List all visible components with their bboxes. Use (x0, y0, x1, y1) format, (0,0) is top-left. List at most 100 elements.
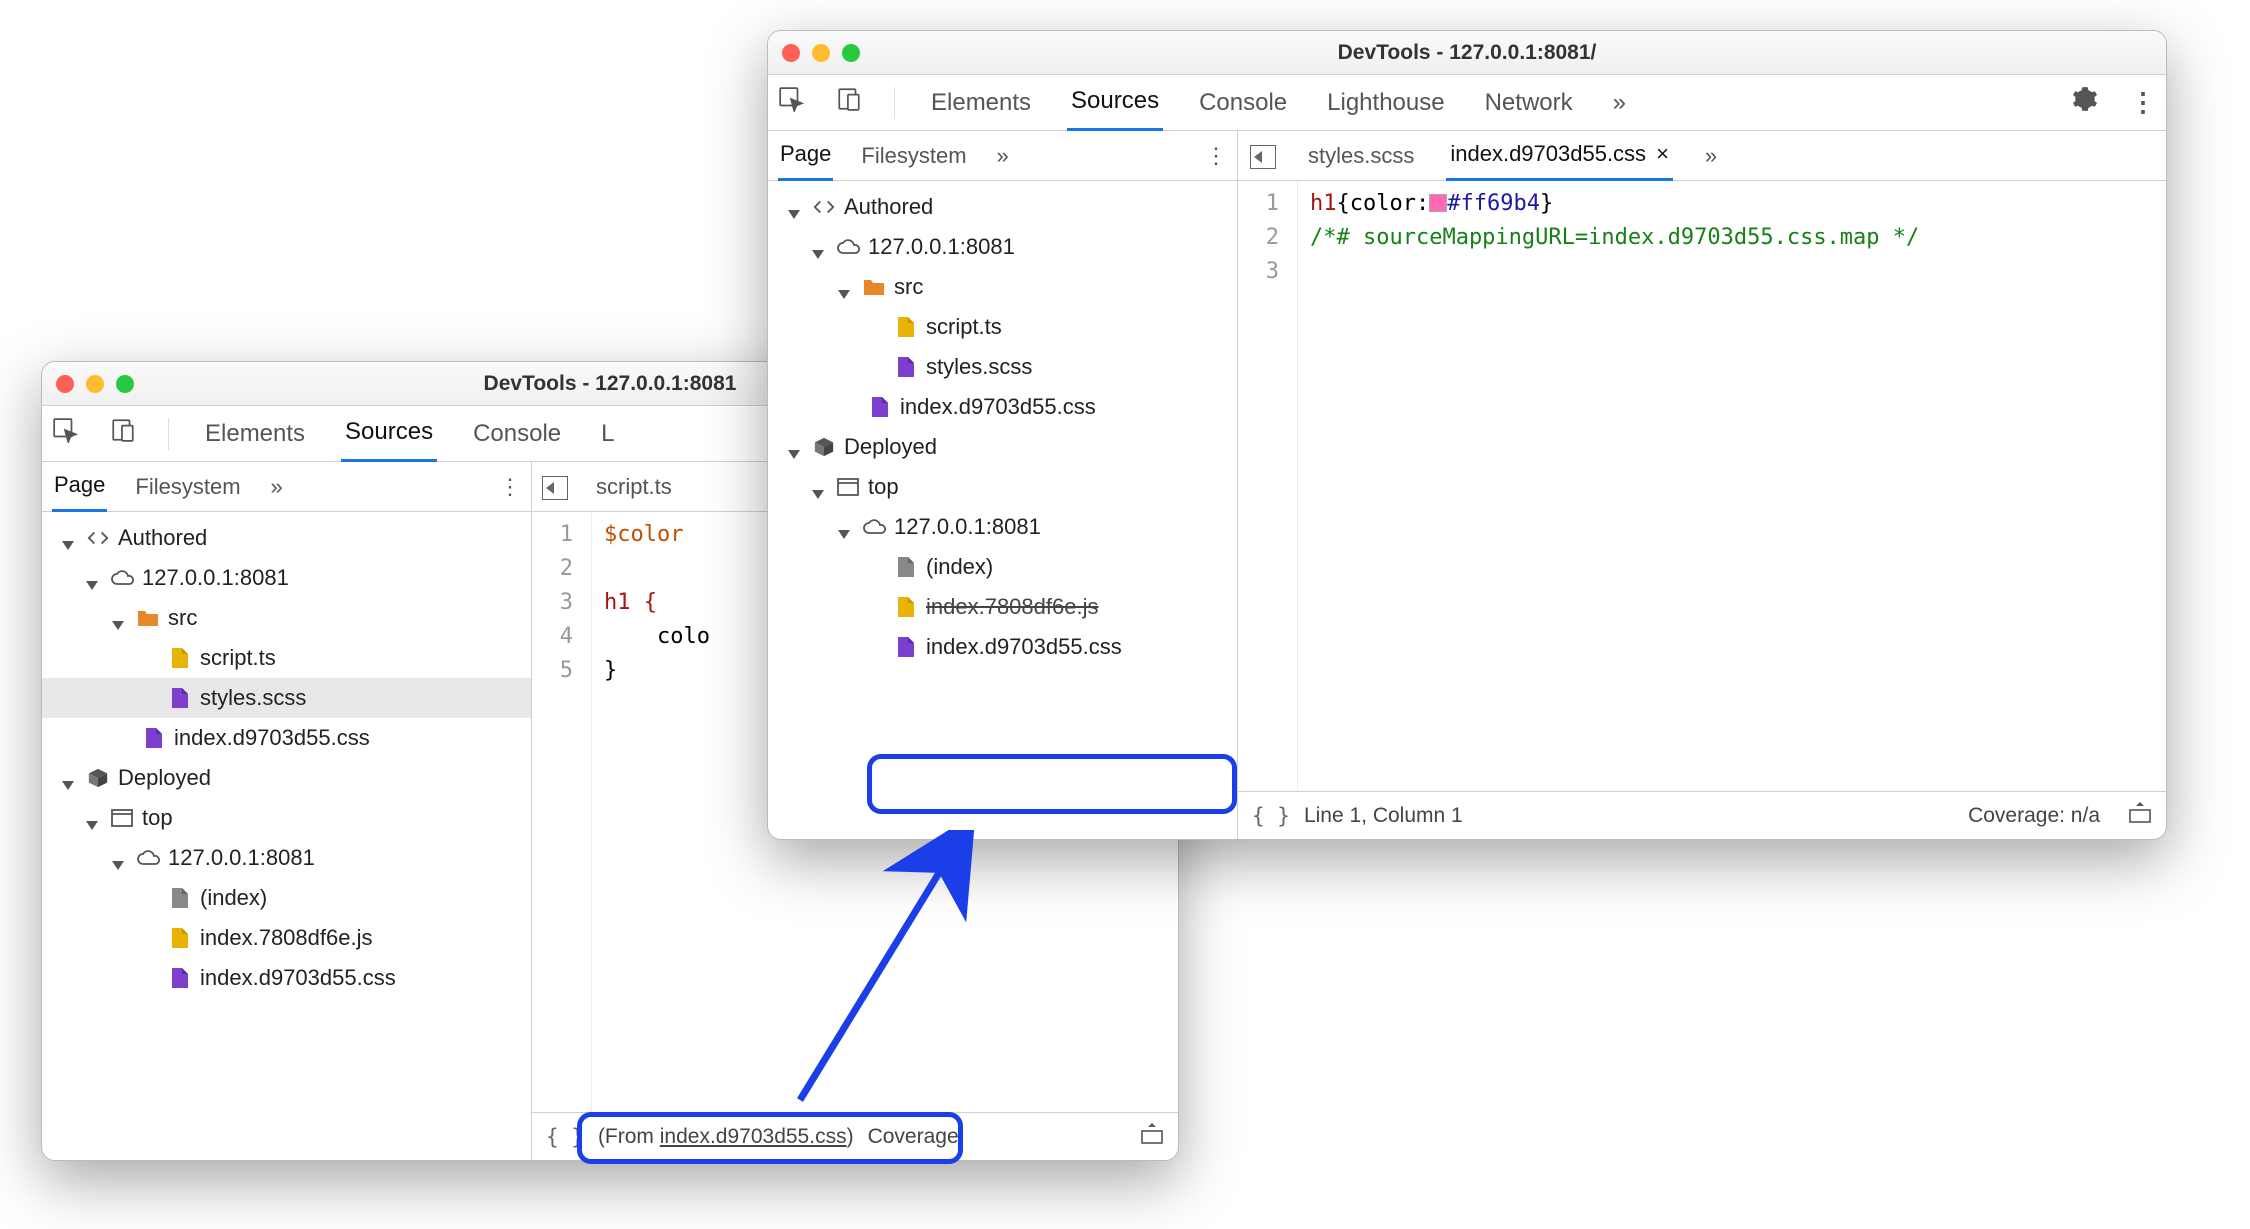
box-icon (812, 435, 836, 459)
device-toggle-icon[interactable] (110, 417, 136, 450)
frame-icon (110, 806, 134, 830)
tab-more[interactable]: » (1609, 75, 1630, 131)
tree-src[interactable]: src (768, 267, 1237, 307)
tree-css[interactable]: index.d9703d55.css (768, 387, 1237, 427)
inspect-icon[interactable] (52, 417, 78, 450)
panel-toggle-icon[interactable] (542, 474, 568, 500)
kebab-icon[interactable]: ⋮ (1205, 143, 1227, 169)
file-icon (894, 315, 918, 339)
tree-script[interactable]: script.ts (768, 307, 1237, 347)
close-icon[interactable] (782, 44, 800, 62)
traffic-lights (782, 44, 860, 62)
tree-js[interactable]: index.7808df6e.js (42, 918, 531, 958)
minimize-icon[interactable] (86, 375, 104, 393)
tree-top[interactable]: top (42, 798, 531, 838)
folder-icon (862, 275, 886, 299)
tree-host[interactable]: 127.0.0.1:8081 (42, 558, 531, 598)
tree-index[interactable]: (index) (768, 547, 1237, 587)
close-tab-icon[interactable]: × (1656, 141, 1669, 167)
traffic-lights (56, 375, 134, 393)
tree-host2[interactable]: 127.0.0.1:8081 (768, 507, 1237, 547)
code-icon (812, 195, 836, 219)
cloud-icon (136, 846, 160, 870)
tree-authored[interactable]: Authored (768, 187, 1237, 227)
cloud-icon (862, 515, 886, 539)
tree-script[interactable]: script.ts (42, 638, 531, 678)
sidebar-tabs: Page Filesystem » ⋮ (768, 131, 1237, 181)
tree-src[interactable]: src (42, 598, 531, 638)
file-tree: Authored 127.0.0.1:8081 src script.ts st… (768, 181, 1237, 839)
tree-host2[interactable]: 127.0.0.1:8081 (42, 838, 531, 878)
tab-console[interactable]: Console (1195, 75, 1291, 131)
tab-overflow-cut[interactable]: L (597, 406, 618, 462)
panel-toggle-icon[interactable] (1250, 143, 1276, 169)
line-gutter: 12345 (532, 512, 592, 1112)
device-toggle-icon[interactable] (836, 86, 862, 119)
pretty-print-icon[interactable]: { } (546, 1125, 584, 1149)
status-coverage: Coverage: (868, 1125, 965, 1149)
status-bar: { } Line 1, Column 1 Coverage: n/a (1238, 791, 2166, 839)
tree-css2[interactable]: index.d9703d55.css (768, 627, 1237, 667)
file-icon (168, 646, 192, 670)
devtools-window-front: DevTools - 127.0.0.1:8081/ Elements Sour… (767, 30, 2167, 840)
drawer-toggle-icon[interactable] (1140, 1123, 1164, 1151)
code-content: h1{color:#ff69b4} /*# sourceMappingURL=i… (1298, 181, 1931, 791)
sources-sidebar: Page Filesystem » ⋮ Authored 127.0.0.1:8… (768, 131, 1238, 839)
tree-styles[interactable]: styles.scss (42, 678, 531, 718)
file-tab-script[interactable]: script.ts (594, 462, 674, 512)
file-tab-css[interactable]: index.d9703d55.css× (1446, 131, 1673, 181)
editor-tabstrip: styles.scss index.d9703d55.css× » (1238, 131, 2166, 181)
sidebar-tab-page[interactable]: Page (778, 131, 833, 181)
file-tab-more[interactable]: » (1701, 131, 1721, 181)
file-icon (894, 355, 918, 379)
sidebar-tab-filesystem[interactable]: Filesystem (859, 131, 968, 181)
line-gutter: 123 (1238, 181, 1298, 791)
status-bar: { } (From index.d9703d55.css) Coverage: (532, 1112, 1178, 1160)
divider (894, 87, 895, 119)
tab-elements[interactable]: Elements (201, 406, 309, 462)
file-icon (168, 686, 192, 710)
status-coverage: Coverage: n/a (1968, 804, 2100, 828)
tree-authored[interactable]: Authored (42, 518, 531, 558)
zoom-icon[interactable] (116, 375, 134, 393)
file-tab-styles[interactable]: styles.scss (1304, 131, 1418, 181)
tree-styles[interactable]: styles.scss (768, 347, 1237, 387)
close-icon[interactable] (56, 375, 74, 393)
sources-sidebar: Page Filesystem » ⋮ Authored 127.0.0.1:8… (42, 462, 532, 1160)
tree-js-cut[interactable]: index.7808df6e.js (768, 587, 1237, 627)
editor-pane: styles.scss index.d9703d55.css× » 123 h1… (1238, 131, 2166, 839)
kebab-icon[interactable]: ⋮ (499, 474, 521, 500)
sidebar-tab-filesystem[interactable]: Filesystem (133, 462, 242, 512)
tab-console[interactable]: Console (469, 406, 565, 462)
pretty-print-icon[interactable]: { } (1252, 804, 1290, 828)
file-tree: Authored 127.0.0.1:8081 src script.ts st… (42, 512, 531, 1160)
tree-host[interactable]: 127.0.0.1:8081 (768, 227, 1237, 267)
kebab-icon[interactable]: ⋮ (2130, 87, 2156, 118)
tab-elements[interactable]: Elements (927, 75, 1035, 131)
sidebar-tab-more[interactable]: » (995, 131, 1011, 181)
code-editor[interactable]: 123 h1{color:#ff69b4} /*# sourceMappingU… (1238, 181, 2166, 791)
tree-deployed[interactable]: Deployed (42, 758, 531, 798)
tab-lighthouse[interactable]: Lighthouse (1323, 75, 1448, 131)
tree-css2[interactable]: index.d9703d55.css (42, 958, 531, 998)
sidebar-tab-page[interactable]: Page (52, 462, 107, 512)
tree-index[interactable]: (index) (42, 878, 531, 918)
zoom-icon[interactable] (842, 44, 860, 62)
tab-network[interactable]: Network (1481, 75, 1577, 131)
minimize-icon[interactable] (812, 44, 830, 62)
tree-css[interactable]: index.d9703d55.css (42, 718, 531, 758)
tree-top[interactable]: top (768, 467, 1237, 507)
inspect-icon[interactable] (778, 86, 804, 119)
tab-sources[interactable]: Sources (341, 406, 437, 462)
gear-icon[interactable] (2072, 86, 2098, 119)
file-icon (894, 635, 918, 659)
sidebar-tab-more[interactable]: » (269, 462, 285, 512)
tree-deployed[interactable]: Deployed (768, 427, 1237, 467)
drawer-toggle-icon[interactable] (2128, 802, 2152, 830)
file-icon (868, 395, 892, 419)
color-swatch[interactable] (1429, 194, 1447, 212)
tab-sources[interactable]: Sources (1067, 75, 1163, 131)
main-toolbar: Elements Sources Console Lighthouse Netw… (768, 75, 2166, 131)
status-cursor: Line 1, Column 1 (1304, 804, 1463, 828)
file-icon (168, 966, 192, 990)
